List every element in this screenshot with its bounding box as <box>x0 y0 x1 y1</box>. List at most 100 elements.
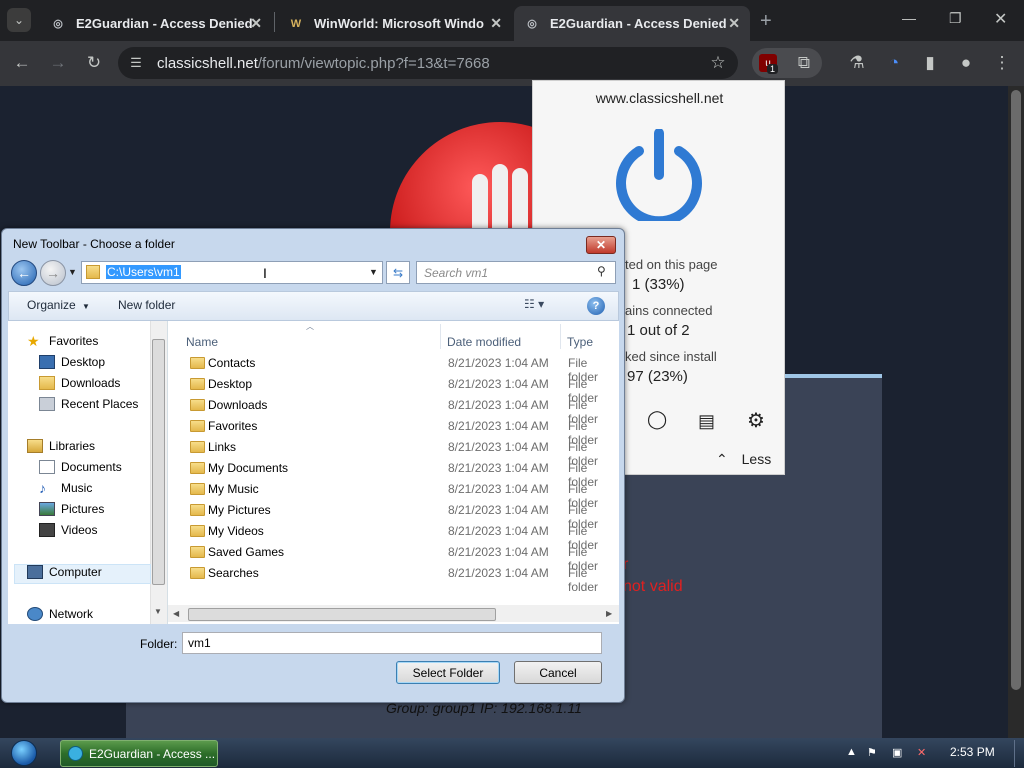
column-divider[interactable] <box>440 324 441 349</box>
settings-gears-icon[interactable]: ⚙ <box>747 408 765 433</box>
nav-item-libraries[interactable]: Libraries <box>27 439 95 453</box>
nav-item-documents[interactable]: Documents <box>39 460 122 474</box>
horizontal-scroll-thumb[interactable] <box>188 608 496 621</box>
taskbar-item-chrome[interactable]: E2Guardian - Access ... <box>60 740 218 767</box>
bookmark-star-icon[interactable]: ☆ <box>706 51 730 75</box>
column-divider[interactable] <box>560 324 561 349</box>
logger-list-icon[interactable]: ▤ <box>698 411 715 432</box>
less-toggle[interactable]: ⌃ Less <box>716 451 771 468</box>
close-tab-icon[interactable]: ✕ <box>490 15 502 32</box>
table-row[interactable]: Downloads 8/21/2023 1:04 AM File folder <box>168 395 619 426</box>
page-scroll-thumb[interactable] <box>1011 90 1021 690</box>
nav-item-network[interactable]: Network <box>27 607 93 621</box>
table-row[interactable]: Favorites 8/21/2023 1:04 AM File folder <box>168 416 619 447</box>
file-name: Contacts <box>208 356 256 370</box>
scroll-right-icon[interactable]: ▶ <box>606 609 612 618</box>
table-row[interactable]: My Pictures 8/21/2023 1:04 AM File folder <box>168 500 619 531</box>
file-name: My Music <box>208 482 259 496</box>
show-desktop-button[interactable] <box>1014 740 1024 767</box>
table-row[interactable]: My Documents 8/21/2023 1:04 AM File folder <box>168 458 619 489</box>
back-icon[interactable]: ← <box>10 51 34 75</box>
folder-icon <box>190 504 205 516</box>
table-row[interactable]: My Videos 8/21/2023 1:04 AM File folder <box>168 521 619 552</box>
file-date: 8/21/2023 1:04 AM <box>448 482 549 496</box>
menu-icon[interactable]: ⋮ <box>990 51 1014 75</box>
address-text[interactable]: C:\Users\vm1 <box>106 265 181 279</box>
table-row[interactable]: Contacts 8/21/2023 1:04 AM File folder <box>168 353 619 384</box>
back-arrow-icon[interactable]: ← <box>11 260 37 286</box>
ublock-stat2-label: ains connected <box>625 303 713 318</box>
folder-icon <box>86 265 100 279</box>
close-tab-icon[interactable]: ✕ <box>728 15 740 32</box>
help-icon[interactable]: ? <box>587 297 605 315</box>
labs-flask-icon[interactable]: ⚗ <box>845 51 869 75</box>
volume-muted-icon[interactable]: ✕ <box>917 746 926 759</box>
ublock-stat2-value: 1 out of 2 <box>627 322 690 339</box>
clock[interactable]: 2:53 PM <box>950 745 995 759</box>
folder-field-label: Folder: <box>140 637 178 651</box>
table-row[interactable]: My Music 8/21/2023 1:04 AM File folder <box>168 479 619 510</box>
power-icon[interactable] <box>613 129 705 221</box>
tab-e2guardian-active[interactable]: ◎ E2Guardian - Access Denied ✕ <box>514 6 750 41</box>
extensions-puzzle-icon[interactable]: ⧉ <box>792 51 816 75</box>
sync-icon[interactable]: ◔ <box>882 51 906 75</box>
recent-locations-dropdown-icon[interactable]: ▼ <box>68 267 77 277</box>
scroll-left-icon[interactable]: ◀ <box>173 609 179 618</box>
start-button[interactable] <box>4 738 44 768</box>
network-tray-icon[interactable]: ▣ <box>892 746 902 759</box>
dialog-close-button[interactable]: ✕ <box>586 236 616 254</box>
computer-icon <box>27 565 43 579</box>
table-row[interactable]: Links 8/21/2023 1:04 AM File folder <box>168 437 619 468</box>
table-row[interactable]: Desktop 8/21/2023 1:04 AM File folder <box>168 374 619 405</box>
url-text[interactable]: classicshell.net/forum/viewtopic.php?f=1… <box>157 55 490 72</box>
nav-item-computer[interactable]: Computer <box>27 565 102 579</box>
tab-search-icon[interactable]: ⌄ <box>7 8 31 32</box>
forward-arrow-icon[interactable]: → <box>40 260 66 286</box>
view-options-icon[interactable]: ☷ ▾ <box>524 297 544 311</box>
new-folder-button[interactable]: New folder <box>118 298 175 312</box>
column-header-name[interactable]: Name <box>186 335 218 349</box>
tab-winworld[interactable]: W WinWorld: Microsoft Windows ✕ <box>278 6 512 41</box>
column-header-type[interactable]: Type <box>567 335 593 349</box>
site-info-icon[interactable]: ☰ <box>124 51 148 75</box>
refresh-icon[interactable]: ⇆ <box>386 261 410 284</box>
profile-icon[interactable]: ● <box>954 51 978 75</box>
nav-label: Videos <box>61 523 98 537</box>
action-center-flag-icon[interactable]: ⚑ <box>867 746 877 759</box>
nav-item-favorites[interactable]: ★ Favorites <box>27 334 98 348</box>
column-header-date[interactable]: Date modified <box>447 335 521 349</box>
globe-icon: ◎ <box>53 18 63 30</box>
forward-icon[interactable]: → <box>46 51 70 75</box>
nav-scroll-thumb[interactable] <box>152 339 165 585</box>
reload-icon[interactable]: ↻ <box>82 51 106 75</box>
nav-scroll-down-icon[interactable]: ▼ <box>154 607 162 616</box>
folder-name-input[interactable]: vm1 <box>182 632 602 654</box>
nav-item-music[interactable]: ♪ Music <box>39 481 92 495</box>
ublock-domain: www.classicshell.net <box>595 90 724 106</box>
chat-bubble-icon[interactable]: ◯ <box>647 409 667 430</box>
side-panel-icon[interactable]: ▮ <box>918 51 942 75</box>
tray-show-hidden-icon[interactable]: ▲ <box>846 746 857 758</box>
minimize-button[interactable]: — <box>902 10 916 26</box>
nav-item-videos[interactable]: Videos <box>39 523 97 537</box>
search-icon[interactable]: ⚲ <box>597 264 606 278</box>
videos-icon <box>39 523 55 537</box>
search-input[interactable]: Search vm1 <box>416 261 616 284</box>
nav-label: Pictures <box>61 502 105 516</box>
table-row[interactable]: Searches 8/21/2023 1:04 AM File folder <box>168 563 619 594</box>
cancel-button[interactable]: Cancel <box>514 661 602 684</box>
new-tab-button[interactable]: + <box>760 10 772 33</box>
close-tab-icon[interactable]: ✕ <box>250 15 262 32</box>
close-window-button[interactable]: ✕ <box>994 9 1007 29</box>
tab-e2guardian-1[interactable]: ◎ E2Guardian - Access Denied ✕ <box>40 6 272 41</box>
libraries-icon <box>27 439 43 453</box>
address-dropdown-icon[interactable]: ▼ <box>369 267 378 277</box>
nav-item-recent-places[interactable]: Recent Places <box>39 397 138 411</box>
nav-item-desktop[interactable]: Desktop <box>39 355 105 369</box>
nav-item-downloads[interactable]: Downloads <box>39 376 120 390</box>
restore-button[interactable]: ❐ <box>949 10 962 27</box>
organize-button[interactable]: Organize ▼ <box>27 298 90 312</box>
nav-item-pictures[interactable]: Pictures <box>39 502 104 516</box>
table-row[interactable]: Saved Games 8/21/2023 1:04 AM File folder <box>168 542 619 573</box>
select-folder-button[interactable]: Select Folder <box>396 661 500 684</box>
